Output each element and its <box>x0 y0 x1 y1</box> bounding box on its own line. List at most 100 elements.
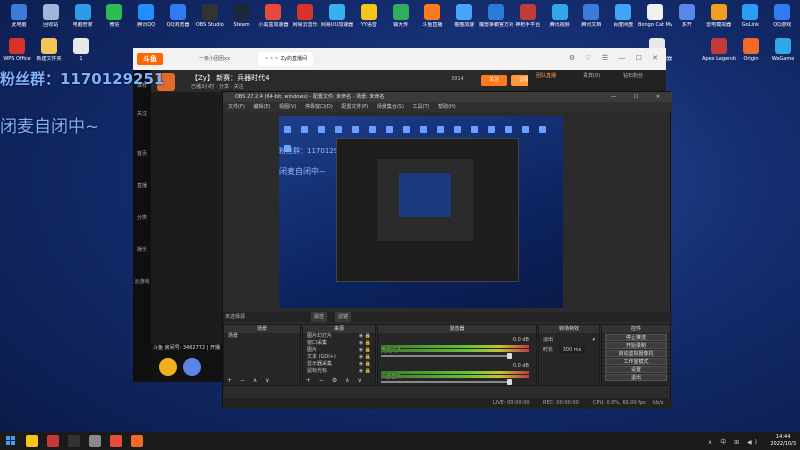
obs-status-footer: LIVE: 00:00:00 REC: 00:00:00 CPU: 0.0%, … <box>223 398 672 409</box>
scenes-dock-toolbar[interactable]: + − ∧ ∨ <box>224 376 300 385</box>
follow-button[interactable]: 关注 <box>481 75 507 86</box>
volume-slider-handle[interactable] <box>507 379 512 385</box>
gift-icon[interactable] <box>183 358 201 376</box>
source-item[interactable]: 窗口采集 ◉ 🔒 <box>303 340 375 347</box>
desktop-icon[interactable]: 猫猫加速 <box>447 4 481 28</box>
source-item[interactable]: 图片 ◉ 🔒 <box>303 347 375 354</box>
desktop-icon[interactable]: 网易UU加速器 <box>320 4 354 28</box>
desktop-icon[interactable]: 此电脑 <box>2 4 36 28</box>
desktop-icon[interactable]: 魔兽争霸官方对战平台 <box>479 4 513 28</box>
desktop-icon[interactable]: 回收站 <box>34 4 68 28</box>
obs-window-controls[interactable]: — ☐ ✕ <box>611 92 668 102</box>
eye-icon[interactable]: ◉ 🔒 <box>359 340 371 347</box>
desktop-icon[interactable]: OBS Studio <box>193 4 227 28</box>
taskbar-app-icon[interactable] <box>47 435 59 447</box>
sources-dock-toolbar[interactable]: + − ⚙ ∧ ∨ <box>303 376 375 385</box>
desktop-icon[interactable]: 腾讯QQ <box>129 4 163 28</box>
transition-select[interactable]: 淡出 ▾ <box>539 337 599 344</box>
scene-item[interactable]: 场景 <box>224 333 300 340</box>
studio-mode-button[interactable]: 工作室模式 <box>605 358 667 365</box>
eye-icon[interactable]: ◉ 🔒 <box>359 368 371 375</box>
taskbar-app-icon[interactable] <box>89 435 101 447</box>
chevron-down-icon: ▾ <box>592 337 595 343</box>
desktop-icon[interactable]: 斗鱼直播 <box>415 4 449 28</box>
settings-button[interactable]: 设置 <box>605 366 667 373</box>
desktop-icon[interactable]: QQ浏览器 <box>161 4 195 28</box>
tab-vip[interactable]: 贵宾(0) <box>583 72 600 79</box>
desktop-icon[interactable]: WPS Office <box>0 38 34 62</box>
desktop-icon[interactable]: 输大传 <box>384 4 418 28</box>
desktop-icon[interactable]: GoLink <box>733 4 767 28</box>
client-tab-1[interactable]: 一条小团团xx <box>193 52 236 66</box>
client-window-controls[interactable]: ⚙ ♡ ☰ — ☐ ✕ <box>569 54 662 62</box>
source-item[interactable]: 文本 (GDI+) ◉ 🔒 <box>303 354 375 361</box>
stop-streaming-button[interactable]: 停止推流 <box>605 334 667 341</box>
volume-slider[interactable] <box>381 355 511 357</box>
sidebar-item-live[interactable]: 直播 <box>133 182 151 189</box>
tab-team-live[interactable]: 团队直播 <box>536 72 556 79</box>
desktop-icon[interactable]: 雷电模拟器 <box>702 4 736 28</box>
source-item[interactable]: 显示器采集 ◉ 🔒 <box>303 361 375 368</box>
source-item[interactable]: 鼠标光标 ◉ 🔒 <box>303 368 375 375</box>
gift-icon[interactable] <box>159 358 177 376</box>
desktop-icon[interactable]: 多开 <box>670 4 704 28</box>
filters-button[interactable]: 滤镜 <box>335 312 352 322</box>
sidebar-item-category[interactable]: 分类 <box>133 214 151 221</box>
sidebar-item-home[interactable]: 首页 <box>133 150 151 157</box>
menu-scene-collection[interactable]: 场景集合(S) <box>377 104 404 110</box>
desktop-icon[interactable]: 1 <box>64 38 98 62</box>
desktop-icon[interactable]: 百度网盘 <box>606 4 640 28</box>
volume-slider[interactable] <box>381 381 511 383</box>
desktop-icon[interactable]: 腾讯视频 <box>543 4 577 28</box>
taskbar-app-icon[interactable] <box>110 435 122 447</box>
desktop-icon[interactable]: 微信 <box>97 4 131 28</box>
duration-input[interactable]: 300 ms <box>558 347 586 353</box>
client-titlebar: 斗鱼 一条小团团xx 丶丶丶 Zy的直播间 ⚙ ♡ ☰ — ☐ ✕ <box>133 48 666 70</box>
desktop-icon[interactable]: 电脑管家 <box>66 4 100 28</box>
start-recording-button[interactable]: 开始录制 <box>605 342 667 349</box>
desktop-icon-label: Bongo Cat Mver <box>638 22 672 28</box>
desktop-icon[interactable]: YY语音 <box>352 4 386 28</box>
source-item[interactable]: 图片幻灯片 ◉ 🔒 <box>303 333 375 340</box>
sidebar-item-follow[interactable]: 关注 <box>133 110 151 117</box>
eye-icon[interactable]: ◉ 🔒 <box>359 347 371 354</box>
taskbar-clock[interactable]: 14:44 2022/10/3 <box>770 434 796 448</box>
exit-button[interactable]: 退出 <box>605 374 667 381</box>
menu-tools[interactable]: 工具(T) <box>413 104 430 110</box>
start-virtual-camera-button[interactable]: 启动虚拟摄像机 <box>605 350 667 357</box>
desktop-icon[interactable]: 新建文件夹 <box>32 38 66 62</box>
desktop-icon-label: 微信 <box>109 22 120 28</box>
eye-icon[interactable]: ◉ 🔒 <box>359 354 371 361</box>
desktop-icon[interactable]: QQ游戏 <box>765 4 799 28</box>
transition-duration[interactable]: 时长 300 ms <box>539 347 599 354</box>
menu-edit[interactable]: 编辑(E) <box>253 104 270 110</box>
desktop-icon[interactable]: 小黑盒加速器 <box>256 4 290 28</box>
desktop-icon[interactable]: Bongo Cat Mver <box>638 4 672 28</box>
sidebar-item-entertainment[interactable]: 娱乐 <box>133 246 151 253</box>
desktop-icon[interactable]: Origin <box>734 38 768 62</box>
desktop-icon[interactable]: 腾讯文档 <box>574 4 608 28</box>
desktop-icon[interactable]: 网易云音乐 <box>288 4 322 28</box>
properties-button[interactable]: 属性 <box>311 312 328 322</box>
menu-help[interactable]: 帮助(H) <box>438 104 456 110</box>
desktop-icon[interactable]: 神枪手平台 <box>511 4 545 28</box>
taskbar-app-icon[interactable] <box>26 435 38 447</box>
menu-docks[interactable]: 停靠窗口(D) <box>305 104 333 110</box>
desktop-icon[interactable]: WeGame <box>766 38 800 62</box>
system-tray[interactable]: ∧ 中 ⊞ ◀) <box>708 437 760 446</box>
eye-icon[interactable]: ◉ 🔒 <box>359 361 371 368</box>
desktop-icon[interactable]: Steam <box>225 4 259 28</box>
taskbar-app-icon[interactable] <box>68 435 80 447</box>
tab-diamond-fans[interactable]: 钻石粉丝 <box>623 72 643 79</box>
sidebar-item-cloud-game[interactable]: 云游戏 <box>133 278 151 285</box>
menu-profile[interactable]: 配置文件(P) <box>341 104 368 110</box>
client-tab-2[interactable]: 丶丶丶 Zy的直播间 <box>258 52 313 66</box>
start-button[interactable] <box>6 436 16 446</box>
menu-view[interactable]: 视图(V) <box>279 104 296 110</box>
eye-icon[interactable]: ◉ 🔒 <box>359 333 371 340</box>
taskbar-app-icon[interactable] <box>131 435 143 447</box>
menu-file[interactable]: 文件(F) <box>228 104 245 110</box>
obs-preview[interactable]: 粉丝群：1170129251 闭麦自闭中~ <box>279 116 563 308</box>
volume-slider-handle[interactable] <box>507 353 512 359</box>
desktop-icon[interactable]: Apex Legends <box>702 38 736 62</box>
